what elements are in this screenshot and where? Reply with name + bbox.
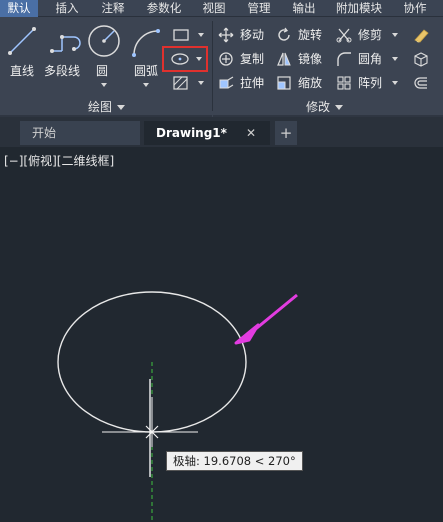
ellipse-highlight-box: [162, 46, 208, 72]
ribbon-tab-bar: 默认 插入 注释 参数化 视图 管理 输出 附加模块 协作: [0, 0, 443, 17]
stretch-label: 拉伸: [240, 76, 265, 90]
polyline-tool-button[interactable]: 多段线: [44, 23, 84, 81]
arc-tool-button[interactable]: 圆弧: [128, 23, 164, 93]
trim-icon: [336, 28, 352, 43]
panel-separator: [212, 21, 213, 111]
drawing-tab[interactable]: Drawing1* ✕: [144, 121, 270, 145]
offset-icon: [414, 77, 427, 89]
copy-label: 复制: [240, 52, 265, 66]
tab-default[interactable]: 默认: [0, 0, 38, 17]
polyline-icon: [50, 35, 81, 53]
circle-icon: [88, 25, 120, 57]
ribbon-panel: 直线 多段线 圆 圆弧 绘图 移动 旋转 修剪 复制 镜像 圆角 拉伸 缩放 阵…: [0, 17, 443, 117]
mirror-icon: [277, 52, 291, 66]
modify-panel-title-text: 修改: [306, 100, 331, 114]
hatch-icon: [173, 76, 188, 90]
move-icon: [218, 27, 234, 43]
arc-label: 圆弧: [134, 64, 159, 78]
offset-tool-button[interactable]: [410, 73, 434, 93]
draw-panel-dropdown-icon: [117, 105, 126, 110]
rectangle-icon: [173, 29, 189, 41]
array-dropdown-icon[interactable]: [392, 81, 398, 85]
line-label: 直线: [10, 64, 35, 78]
draw-panel-title-text: 绘图: [88, 100, 113, 114]
draw-panel-title[interactable]: 绘图: [88, 99, 126, 115]
polar-tooltip: 极轴: 19.6708 < 270°: [166, 451, 303, 471]
eraser-icon: [414, 29, 429, 43]
fillet-label: 圆角: [358, 52, 383, 66]
circle-label: 圆: [96, 64, 109, 78]
hatch-dropdown-icon[interactable]: [198, 81, 204, 85]
start-tab[interactable]: 开始: [20, 121, 140, 145]
scale-label: 缩放: [298, 76, 323, 90]
scale-icon: [277, 76, 291, 90]
explode-tool-button[interactable]: [410, 49, 434, 69]
mirror-label: 镜像: [298, 52, 323, 66]
copy-tool-button[interactable]: 复制: [218, 49, 270, 69]
array-tool-button[interactable]: 阵列: [336, 73, 400, 93]
modify-panel-dropdown-icon: [335, 105, 344, 110]
tab-addins[interactable]: 附加模块: [330, 0, 388, 17]
close-tab-icon[interactable]: ✕: [246, 121, 256, 145]
rotate-tool-button[interactable]: 旋转: [276, 25, 332, 45]
copy-icon: [219, 52, 233, 66]
polyline-label: 多段线: [44, 64, 81, 78]
tab-output[interactable]: 输出: [287, 0, 321, 17]
mirror-tool-button[interactable]: 镜像: [276, 49, 332, 69]
tab-view[interactable]: 视图: [197, 0, 231, 17]
trim-tool-button[interactable]: 修剪: [336, 25, 400, 45]
tab-collaborate[interactable]: 协作: [398, 0, 432, 17]
trim-dropdown-icon[interactable]: [392, 33, 398, 37]
rotate-icon: [278, 27, 290, 41]
fillet-icon: [337, 52, 351, 66]
circle-tool-button[interactable]: 圆: [86, 23, 122, 93]
fillet-dropdown-icon[interactable]: [392, 57, 398, 61]
cube-icon: [414, 52, 428, 67]
tab-manage[interactable]: 管理: [242, 0, 276, 17]
arc-dropdown-icon[interactable]: [143, 83, 149, 87]
rectangle-tool-button[interactable]: [170, 26, 206, 44]
scale-tool-button[interactable]: 缩放: [276, 73, 332, 93]
plus-icon: +: [279, 124, 293, 142]
array-icon: [337, 76, 351, 90]
new-tab-button[interactable]: +: [275, 121, 297, 145]
fillet-tool-button[interactable]: 圆角: [336, 49, 400, 69]
arc-icon: [132, 29, 160, 57]
tab-parametric[interactable]: 参数化: [142, 0, 186, 17]
array-label: 阵列: [358, 76, 383, 90]
document-tab-bar: 开始 Drawing1* ✕ +: [0, 117, 443, 147]
drawing-tab-label: Drawing1*: [156, 126, 227, 140]
annotation-arrow-head: [234, 323, 260, 345]
start-tab-label: 开始: [32, 126, 57, 140]
tab-annotate[interactable]: 注释: [96, 0, 130, 17]
line-tool-button[interactable]: 直线: [6, 23, 40, 81]
move-tool-button[interactable]: 移动: [218, 25, 270, 45]
line-icon: [8, 27, 36, 55]
rectangle-dropdown-icon[interactable]: [198, 33, 204, 37]
erase-tool-button[interactable]: [410, 25, 434, 45]
modify-panel-title[interactable]: 修改: [306, 99, 344, 115]
stretch-tool-button[interactable]: 拉伸: [218, 73, 270, 93]
hatch-tool-button[interactable]: [170, 74, 206, 92]
trim-label: 修剪: [358, 28, 383, 42]
rotate-label: 旋转: [298, 28, 323, 42]
stretch-icon: [219, 76, 234, 89]
circle-dropdown-icon[interactable]: [101, 83, 107, 87]
tab-insert[interactable]: 插入: [50, 0, 84, 17]
move-label: 移动: [240, 28, 265, 42]
drawing-canvas[interactable]: [−][俯视][二维线框] 极轴: 19.6708 < 270°: [0, 147, 443, 522]
